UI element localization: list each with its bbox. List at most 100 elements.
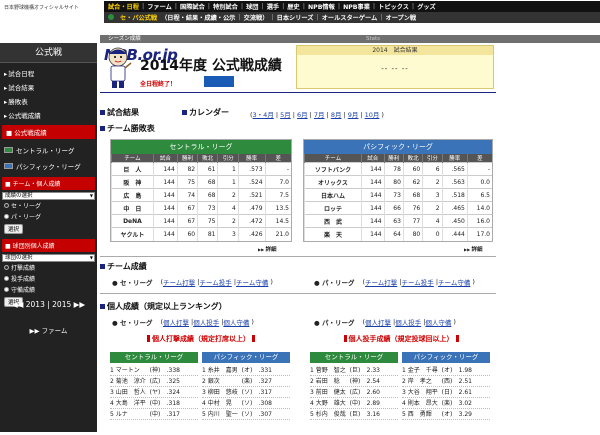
- pa-indiv-batting-link[interactable]: 個人打撃: [365, 317, 391, 327]
- player-name[interactable]: 1 糸井 嘉男: [202, 365, 240, 375]
- sidebar-item-results[interactable]: 試合結果: [0, 80, 97, 94]
- player-name[interactable]: 2 菊池 涼介: [110, 376, 148, 386]
- pa-indiv-pitching-link[interactable]: 個人投手: [395, 317, 421, 327]
- team-name[interactable]: 広 島: [111, 188, 154, 202]
- month-link-5[interactable]: 8月: [331, 111, 342, 119]
- player-name[interactable]: 5 杉内 俊哉: [310, 409, 348, 419]
- sidebar-pacific[interactable]: パシフィック・リーグ: [0, 158, 97, 174]
- subnav-schedule[interactable]: （日程・結果・成績・公示: [159, 13, 237, 22]
- radio-pitching-label: 投手成績: [11, 276, 36, 283]
- central-detail-link[interactable]: 詳細: [258, 245, 277, 253]
- team-name[interactable]: 日本ハム: [304, 188, 362, 202]
- team-name[interactable]: 阪 神: [111, 175, 154, 189]
- player-name[interactable]: 3 前田 健太: [310, 387, 348, 397]
- ce-indiv-pitching-link[interactable]: 個人投手: [193, 317, 219, 327]
- month-link-7[interactable]: 10月: [365, 111, 380, 119]
- month-link-4[interactable]: 7月: [314, 111, 325, 119]
- pacific-detail-link[interactable]: 詳細: [464, 245, 483, 253]
- ce-team-fielding-link[interactable]: チーム守備: [236, 277, 268, 287]
- player-name[interactable]: 5 ルナ: [110, 409, 148, 419]
- sidebar-item-schedule[interactable]: 試合日程: [0, 66, 97, 80]
- player-name[interactable]: 4 中村 晃: [202, 398, 240, 408]
- player-value: 3.29: [458, 411, 472, 418]
- pa-team-batting-link[interactable]: チーム打撃: [365, 277, 397, 287]
- nav-players[interactable]: 選手: [265, 2, 281, 11]
- subnav-interleague[interactable]: 交流戦）: [242, 13, 271, 22]
- results-box-value: -- -- --: [381, 65, 409, 73]
- team-name[interactable]: ヤクルト: [111, 227, 154, 241]
- team-name[interactable]: 中 日: [111, 201, 154, 215]
- sidebar-item-stats-active[interactable]: ■ 公式戦成績: [2, 125, 95, 139]
- ce-indiv-batting-link[interactable]: 個人打撃: [163, 317, 189, 327]
- season-banner-icon[interactable]: [204, 76, 234, 87]
- pitching-pa-list: 1 金子 千尋 (オ) 1.98 2 岸 孝之 (西) 2.51 3 大谷 翔平 (日) 2.6…: [402, 365, 490, 420]
- player-name[interactable]: 3 山田 哲人: [110, 387, 148, 397]
- radio-pitching[interactable]: 投手成績: [0, 273, 97, 284]
- player-name[interactable]: 5 内川 聖一: [202, 409, 240, 419]
- month-link-6[interactable]: 9月: [348, 111, 359, 119]
- sidebar-central[interactable]: セントラル・リーグ: [0, 142, 97, 158]
- sidebar-item-standings[interactable]: 勝敗表: [0, 94, 97, 108]
- team-name[interactable]: 西 武: [304, 214, 362, 228]
- month-link-3[interactable]: 6月: [297, 111, 308, 119]
- year-prev[interactable]: 2013: [26, 300, 45, 309]
- player-name[interactable]: 4 則本 昂大: [402, 398, 440, 408]
- subnav-allstar[interactable]: オールスターゲーム: [320, 13, 380, 22]
- pa-team-fielding-link[interactable]: チーム守備: [438, 277, 470, 287]
- player-name[interactable]: 3 柳田 悠岐: [202, 387, 240, 397]
- standings-cell: 75: [176, 175, 198, 189]
- player-name[interactable]: 3 大谷 翔平: [402, 387, 440, 397]
- nav-special[interactable]: 特別試合: [211, 2, 240, 11]
- player-name[interactable]: 5 西 勇輝: [402, 409, 440, 419]
- player-name[interactable]: 4 大島 洋平: [110, 398, 148, 408]
- year-current[interactable]: 2015: [52, 300, 71, 309]
- radio-central[interactable]: セ・リーグ: [0, 200, 97, 211]
- team-name[interactable]: DeNA: [111, 214, 154, 228]
- ce-indiv-fielding-link[interactable]: 個人守備: [223, 317, 249, 327]
- stats-select[interactable]: 成績の選択: [2, 192, 95, 200]
- nav-games[interactable]: 試合・日程: [106, 2, 141, 11]
- farm-link[interactable]: ▶▶ ファーム: [0, 325, 97, 335]
- subnav-japan-series[interactable]: 日本シリーズ: [275, 13, 316, 22]
- team-name[interactable]: オリックス: [304, 175, 362, 189]
- pa-indiv-fielding-link[interactable]: 個人守備: [425, 317, 451, 327]
- standings-cell: 78: [383, 162, 404, 176]
- player-name[interactable]: 1 金子 千尋: [402, 365, 440, 375]
- club-select[interactable]: 球団の選択: [2, 254, 95, 262]
- radio-fielding[interactable]: 守備成績: [0, 284, 97, 295]
- pitching-ce-list: 1 菅野 智之 (巨) 2.33 2 岩田 稔 (神) 2.54 3 前田 健太 (広) 2.6…: [310, 365, 398, 420]
- team-name[interactable]: ソフトバンク: [304, 162, 362, 176]
- player-name[interactable]: 1 菅野 智之: [310, 365, 348, 375]
- player-name[interactable]: 2 銀次: [202, 376, 240, 386]
- nav-farm[interactable]: ファーム: [145, 2, 174, 11]
- nav-npb-info[interactable]: NPB情報: [306, 2, 337, 11]
- sidebar-item-stats[interactable]: 公式戦成績: [0, 108, 97, 122]
- next-arrow-icon[interactable]: ▶▶: [71, 300, 86, 309]
- ce-team-pitching-link[interactable]: チーム投手: [200, 277, 232, 287]
- nav-goods[interactable]: グッズ: [415, 2, 438, 11]
- team-name[interactable]: 楽 天: [304, 227, 362, 241]
- subnav-regular-season[interactable]: セ・パ公式戦: [118, 13, 159, 22]
- month-link-2[interactable]: 5月: [280, 111, 291, 119]
- select-button[interactable]: 選択: [4, 224, 24, 234]
- pa-team-pitching-link[interactable]: チーム投手: [402, 277, 434, 287]
- team-name[interactable]: 巨 人: [111, 162, 154, 176]
- npb-logo[interactable]: NPB.or.jp 日本野球機構オフィシャルサイト: [4, 3, 178, 64]
- nav-topics[interactable]: トピックス: [376, 2, 411, 11]
- player-name[interactable]: 2 岩田 稔: [310, 376, 348, 386]
- nav-history[interactable]: 歴史: [285, 2, 301, 11]
- ce-team-batting-link[interactable]: チーム打撃: [163, 277, 195, 287]
- nav-npb-business[interactable]: NPB事業: [341, 2, 372, 11]
- radio-batting[interactable]: 打撃成績: [0, 262, 97, 273]
- nav-clubs[interactable]: 球団: [244, 2, 260, 11]
- nav-international[interactable]: 国際試合: [178, 2, 207, 11]
- team-name[interactable]: ロッテ: [304, 201, 362, 215]
- player-name[interactable]: 4 大野 雄大: [310, 398, 348, 408]
- player-name[interactable]: 1 マートン: [110, 365, 148, 375]
- standings-cell: .426: [237, 227, 266, 241]
- radio-pacific[interactable]: パ・リーグ: [0, 211, 97, 222]
- player-name[interactable]: 2 岸 孝之: [402, 376, 440, 386]
- month-link-1[interactable]: 3・4月: [253, 111, 274, 119]
- prev-arrow-icon[interactable]: ◀◀: [12, 300, 26, 309]
- subnav-open[interactable]: オープン戦: [384, 13, 419, 22]
